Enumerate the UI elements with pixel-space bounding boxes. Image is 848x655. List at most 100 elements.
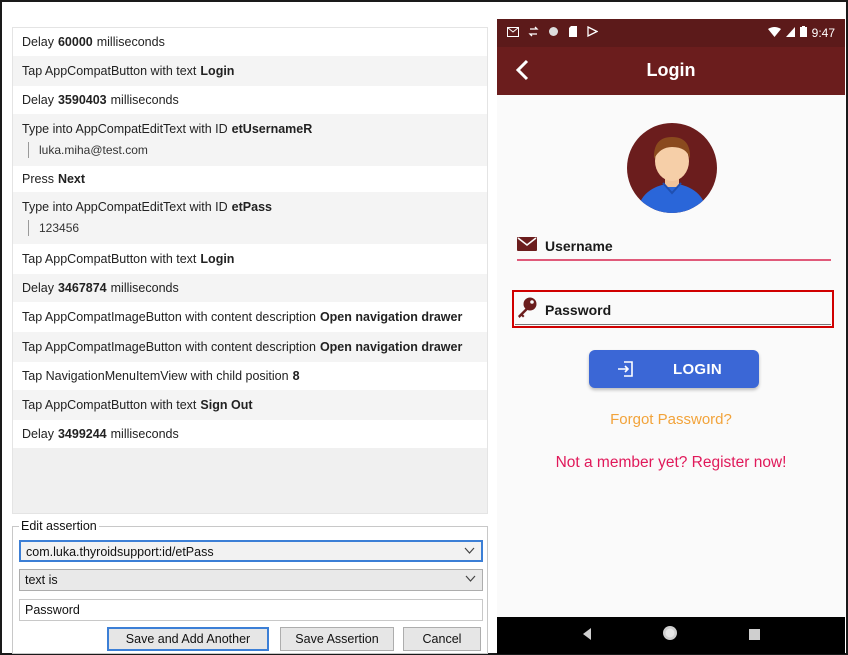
expected-value-text: Password [25, 603, 80, 617]
window-frame: Delay 60000 milliseconds Tap AppCompatButto… [0, 0, 848, 655]
step-text: Tap AppCompatButton with text [22, 64, 197, 78]
condition-value: text is [25, 573, 58, 587]
mail-icon [507, 26, 519, 40]
password-field[interactable]: Password [517, 297, 831, 323]
step-param: Login [200, 252, 235, 266]
edit-assertion-group: Edit assertion com.luka.thyroidsupport:i… [12, 519, 488, 654]
status-time: 9:47 [811, 26, 835, 40]
play-store-icon [587, 25, 599, 40]
step-text: Tap NavigationMenuItemView with child po… [22, 369, 289, 383]
sync-icon [528, 26, 539, 40]
steps-horizontal-scrollbar[interactable] [13, 495, 487, 513]
username-field[interactable]: Username [517, 233, 831, 259]
step-suffix: milliseconds [96, 35, 165, 49]
signal-icon [785, 26, 795, 40]
step-line: Tap NavigationMenuItemView with child po… [22, 369, 300, 383]
step-line: Tap AppCompatButton with text Login [22, 252, 234, 266]
step-text: Delay [22, 427, 54, 441]
step-line: Delay 60000 milliseconds [22, 35, 165, 49]
step-row[interactable]: Delay 3499244 milliseconds [13, 420, 487, 448]
step-line: Tap AppCompatImageButton with content de… [22, 310, 462, 324]
step-suffix: milliseconds [110, 281, 179, 295]
register-link[interactable]: Not a member yet? Register now! [497, 454, 845, 472]
step-row[interactable]: Delay 3467874 milliseconds [13, 274, 487, 302]
save-and-add-another-button[interactable]: Save and Add Another [107, 627, 269, 651]
step-text: Press [22, 172, 54, 186]
step-row[interactable]: Delay 3590403 milliseconds [13, 86, 487, 114]
view-id-select[interactable]: com.luka.thyroidsupport:id/etPass [19, 540, 483, 562]
step-row[interactable]: Tap AppCompatButton with text Login [13, 56, 487, 86]
expected-value-input[interactable]: Password [19, 599, 483, 621]
step-param: Next [57, 172, 86, 186]
save-assertion-button[interactable]: Save Assertion [280, 627, 394, 651]
password-underline [515, 324, 831, 325]
username-label: Username [545, 238, 613, 254]
step-typed-value: 123456 [28, 220, 79, 236]
step-row[interactable]: Type into AppCompatEditText with ID etPas… [13, 192, 487, 244]
step-row[interactable]: Press Next [13, 166, 487, 192]
recorded-steps-list: Delay 60000 milliseconds Tap AppCompatButto… [12, 27, 488, 514]
step-typed-value: luka.miha@test.com [28, 142, 148, 158]
step-line: Tap AppCompatButton with text Login [22, 64, 234, 78]
step-line: Delay 3499244 milliseconds [22, 427, 179, 441]
step-row[interactable]: Delay 60000 milliseconds [13, 28, 487, 56]
step-param: 3590403 [57, 93, 107, 107]
page-title: Login [646, 60, 696, 80]
login-icon [617, 360, 635, 378]
envelope-icon [517, 236, 537, 256]
chevron-down-icon [465, 572, 476, 586]
step-line: Type into AppCompatEditText with ID etPas… [22, 200, 272, 214]
step-suffix: milliseconds [110, 93, 179, 107]
step-text: Delay [22, 35, 54, 49]
step-text: Type into AppCompatEditText with ID [22, 200, 228, 214]
step-line: Tap AppCompatImageButton with content de… [22, 340, 462, 354]
step-line: Press Next [22, 172, 85, 186]
login-button[interactable]: LOGIN [589, 350, 759, 388]
cancel-button[interactable]: Cancel [403, 627, 481, 651]
android-nav-bar [497, 617, 845, 654]
step-line: Tap AppCompatButton with text Sign Out [22, 398, 253, 412]
nav-home-icon[interactable] [662, 625, 678, 646]
step-param: Open navigation drawer [319, 340, 463, 354]
step-row[interactable]: Type into AppCompatEditText with ID etUse… [13, 114, 487, 166]
step-row[interactable]: Tap AppCompatButton with text Login [13, 244, 487, 274]
condition-select[interactable]: text is [19, 569, 483, 591]
step-row[interactable]: Tap AppCompatImageButton with content de… [13, 332, 487, 362]
forgot-password-link[interactable]: Forgot Password? [497, 411, 845, 428]
step-line: Type into AppCompatEditText with ID etUse… [22, 122, 312, 136]
step-suffix: milliseconds [110, 427, 179, 441]
step-line: Delay 3467874 milliseconds [22, 281, 179, 295]
step-row[interactable]: Tap AppCompatImageButton with content de… [13, 302, 487, 332]
nav-recents-icon[interactable] [748, 627, 760, 645]
chevron-down-icon [464, 544, 475, 558]
step-text: Tap AppCompatImageButton with content de… [22, 310, 316, 324]
edit-assertion-legend: Edit assertion [19, 519, 99, 533]
step-param: Sign Out [200, 398, 253, 412]
step-row[interactable]: Tap AppCompatButton with text Sign Out [13, 390, 487, 420]
avatar [627, 123, 717, 213]
step-param: Login [200, 64, 235, 78]
phone-screen: 9:47 Login Username Password LOGIN Forgo… [497, 19, 845, 654]
step-text: Delay [22, 93, 54, 107]
nav-back-icon[interactable] [582, 627, 592, 645]
step-row[interactable]: Tap NavigationMenuItemView with child po… [13, 362, 487, 390]
step-text: Tap AppCompatButton with text [22, 252, 197, 266]
step-param: Open navigation drawer [319, 310, 463, 324]
step-param: 8 [292, 369, 300, 383]
step-text: Tap AppCompatButton with text [22, 398, 197, 412]
battery-icon [799, 26, 807, 40]
key-icon [517, 297, 537, 324]
step-text: Delay [22, 281, 54, 295]
step-param: etUsernameR [231, 122, 313, 136]
step-line: Delay 3590403 milliseconds [22, 93, 179, 107]
sd-card-icon [568, 26, 578, 40]
app-bar: Login [497, 47, 845, 95]
username-underline [517, 259, 831, 261]
step-param: etPass [231, 200, 272, 214]
record-icon [548, 26, 559, 40]
step-param: 3467874 [57, 281, 107, 295]
step-text: Type into AppCompatEditText with ID [22, 122, 228, 136]
view-id-value: com.luka.thyroidsupport:id/etPass [26, 545, 214, 559]
step-text: Tap AppCompatImageButton with content de… [22, 340, 316, 354]
status-bar: 9:47 [497, 19, 845, 47]
